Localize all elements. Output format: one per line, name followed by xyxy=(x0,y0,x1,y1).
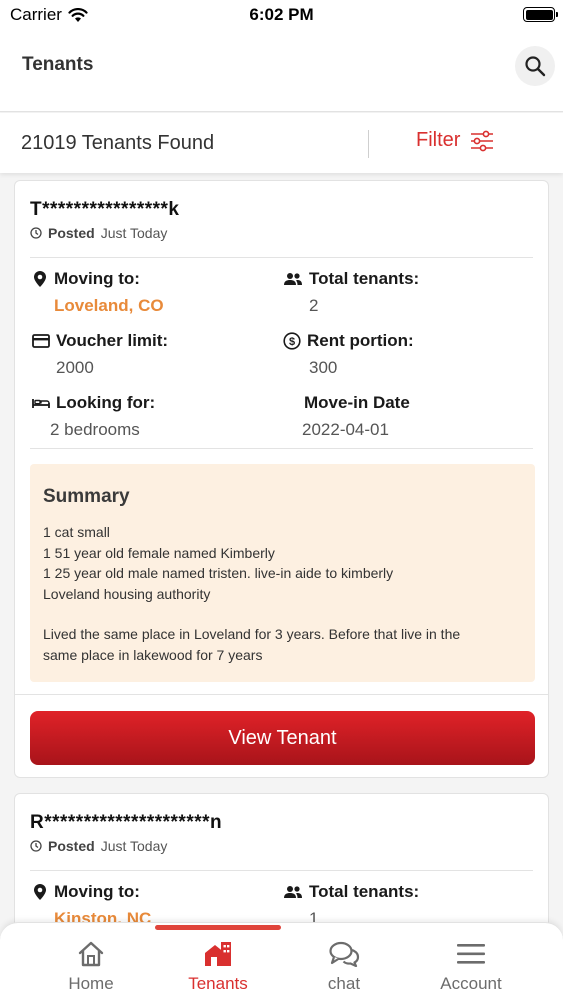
tab-label: Home xyxy=(68,974,114,993)
view-tenant-button[interactable]: View Tenant xyxy=(30,711,535,765)
filter-label: Filter xyxy=(416,129,461,151)
summary-line: Lived the same place in Loveland for 3 y… xyxy=(43,626,461,642)
summary-line: 1 25 year old male named tristen. live-i… xyxy=(43,565,394,581)
home-icon xyxy=(78,941,104,967)
posted-info: Posted Just Today xyxy=(30,225,167,241)
tenant-card: T****************k Posted Just Today Mov… xyxy=(14,180,549,778)
total-tenants-label: Total tenants: xyxy=(309,269,420,288)
page-title: Tenants xyxy=(22,54,94,75)
dollar-circle-icon: $ xyxy=(283,332,301,350)
location-pin-icon xyxy=(34,884,46,900)
chat-icon xyxy=(329,941,360,967)
separator xyxy=(30,448,533,449)
search-button[interactable] xyxy=(515,46,555,86)
filter-sliders-icon xyxy=(471,130,494,151)
looking-for-value: 2 bedrooms xyxy=(50,420,140,439)
voucher-limit-value: 2000 xyxy=(56,358,94,377)
moving-to-label: Moving to: xyxy=(54,269,140,288)
rent-portion-field: $ Rent portion: 300 xyxy=(283,331,414,378)
move-in-date-field: Move-in Date 2022-04-01 xyxy=(302,393,410,440)
building-icon xyxy=(205,942,231,966)
tab-label: Tenants xyxy=(188,974,248,993)
posted-time: Just Today xyxy=(100,838,168,854)
tab-chat[interactable]: chat xyxy=(281,923,407,1000)
bed-icon xyxy=(32,399,50,408)
tab-label: chat xyxy=(327,974,361,993)
tab-label: Account xyxy=(440,974,502,993)
posted-info: Posted Just Today xyxy=(30,838,167,854)
summary-box: Summary 1 cat small 1 51 year old female… xyxy=(30,464,535,682)
posted-label: Posted xyxy=(48,838,95,854)
location-pin-icon xyxy=(34,271,46,287)
total-tenants-value: 2 xyxy=(309,296,319,315)
divider xyxy=(368,130,369,158)
people-icon xyxy=(284,273,302,285)
app-header: Tenants xyxy=(0,32,563,112)
looking-for-label: Looking for: xyxy=(56,393,156,412)
voucher-limit-label: Voucher limit: xyxy=(56,331,169,350)
move-in-date-value: 2022-04-01 xyxy=(302,420,389,439)
results-bar: 21019 Tenants Found Filter xyxy=(0,113,563,173)
moving-to-label: Moving to: xyxy=(54,882,140,901)
moving-to-field: Moving to: Loveland, CO xyxy=(32,269,164,316)
total-tenants-field: Total tenants: 2 xyxy=(283,269,419,316)
clock-icon xyxy=(30,840,42,852)
battery-icon xyxy=(523,7,558,22)
filter-button[interactable]: Filter xyxy=(416,129,494,152)
rent-portion-label: Rent portion: xyxy=(307,331,414,350)
credit-card-icon xyxy=(32,334,50,348)
tenant-name: R*********************n xyxy=(30,812,223,833)
summary-line: 1 cat small xyxy=(43,524,110,540)
clock-icon xyxy=(30,227,42,239)
bottom-tab-bar: Home Tenants chat Account xyxy=(0,922,563,1000)
svg-text:$: $ xyxy=(289,336,295,348)
looking-for-field: Looking for: 2 bedrooms xyxy=(32,393,155,440)
voucher-limit-field: Voucher limit: 2000 xyxy=(32,331,168,378)
summary-line: Loveland housing authority xyxy=(43,585,211,602)
posted-time: Just Today xyxy=(100,225,168,241)
tab-home[interactable]: Home xyxy=(28,923,154,1000)
separator xyxy=(30,870,533,871)
rent-portion-value: 300 xyxy=(309,358,338,377)
search-icon xyxy=(525,56,546,77)
separator xyxy=(30,257,533,258)
tenant-name: T****************k xyxy=(30,199,180,220)
separator xyxy=(15,694,548,695)
tab-tenants[interactable]: Tenants xyxy=(155,923,281,1000)
summary-title: Summary xyxy=(43,486,130,507)
posted-label: Posted xyxy=(48,225,95,241)
status-bar: Carrier 6:02 PM xyxy=(0,0,563,32)
moving-to-value: Loveland, CO xyxy=(54,296,164,315)
summary-line: same place in lakewood for 7 years xyxy=(43,646,263,663)
total-tenants-label: Total tenants: xyxy=(309,882,420,901)
results-count: 21019 Tenants Found xyxy=(21,132,215,154)
status-time: 6:02 PM xyxy=(249,5,314,24)
tab-account[interactable]: Account xyxy=(408,923,534,1000)
move-in-date-label: Move-in Date xyxy=(304,393,410,412)
summary-spacer xyxy=(43,604,522,624)
summary-line: 1 51 year old female named Kimberly xyxy=(43,544,275,561)
active-tab-indicator xyxy=(155,925,281,930)
menu-icon xyxy=(457,944,485,964)
people-icon xyxy=(284,886,302,898)
